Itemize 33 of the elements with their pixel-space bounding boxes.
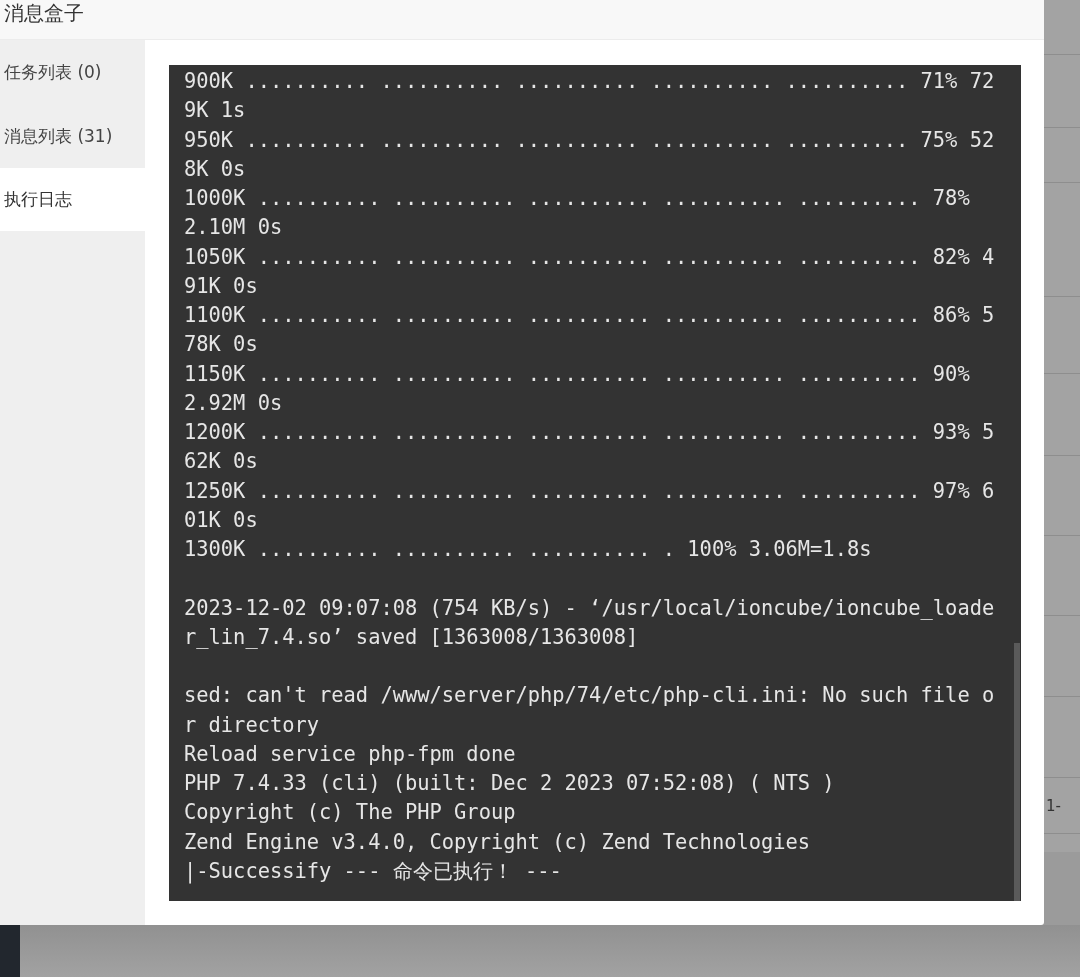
log-line: 1150K .......... .......... .......... .......... .......... 90% xyxy=(184,360,970,388)
log-line: Reload service php-fpm done xyxy=(184,740,516,768)
pager-text: 1- xyxy=(1046,796,1061,815)
log-line: sed: can't read /www/server/php/74/etc/php-cli.ini: No such file o xyxy=(184,682,995,710)
log-line: 8K 0s xyxy=(184,155,246,183)
log-line: Copyright (c) The PHP Group xyxy=(184,799,516,827)
log-line: r directory xyxy=(184,711,320,739)
log-line: |-Successify --- 命令已执行！ --- xyxy=(184,857,562,886)
log-line: 91K 0s xyxy=(184,272,258,300)
sidebar-edge xyxy=(0,925,20,977)
log-line: 1200K .......... .......... .......... .......... .......... 93% 5 xyxy=(184,419,995,446)
log-line: 950K .......... .......... .......... .......... .......... 75% 52 xyxy=(184,126,995,154)
log-line: 62K 0s xyxy=(184,448,258,476)
sidebar-tab[interactable]: 执行日志 xyxy=(0,168,145,231)
log-line: 900K .......... .......... .......... .......... .......... 71% 72 xyxy=(184,68,995,95)
log-line: 78K 0s xyxy=(184,331,258,359)
log-line: 9K 1s xyxy=(184,97,246,125)
log-line: 1100K .......... .......... .......... .......... .......... 86% 5 xyxy=(184,302,995,329)
log-line: 2023-12-02 09:07:08 (754 KB/s) - ‘/usr/local/ioncube/ioncube_loade xyxy=(184,594,995,622)
dialog-title: 消息盒子 xyxy=(4,0,84,27)
sidebar-tab[interactable]: 消息列表 (31) xyxy=(0,105,145,168)
log-line: 2.92M 0s xyxy=(184,389,283,417)
log-line: r_lin_7.4.so’ saved [1363008/1363008] xyxy=(184,623,639,651)
log-line: 1300K .......... .......... .......... . 100% 3.06M=1.8s xyxy=(184,536,872,563)
log-line: 1250K .......... .......... .......... .......... .......... 97% 6 xyxy=(184,477,995,505)
log-line: 01K 0s xyxy=(184,506,258,534)
scrollbar-thumb[interactable] xyxy=(1014,643,1020,901)
log-line: PHP 7.4.33 (cli) (built: Dec 2 2023 07:52:08) ( NTS ) xyxy=(184,770,835,797)
log-line: 1000K .......... .......... .......... .......... .......... 78% xyxy=(184,185,970,212)
log-line: Zend Engine v3.4.0, Copyright (c) Zend Technologies xyxy=(184,828,811,856)
log-line: 2.10M 0s xyxy=(184,214,283,242)
log-line: 1050K .......... .......... .......... .......... .......... 82% 4 xyxy=(184,243,995,271)
sidebar-tab[interactable]: 任务列表 (0) xyxy=(0,40,145,105)
